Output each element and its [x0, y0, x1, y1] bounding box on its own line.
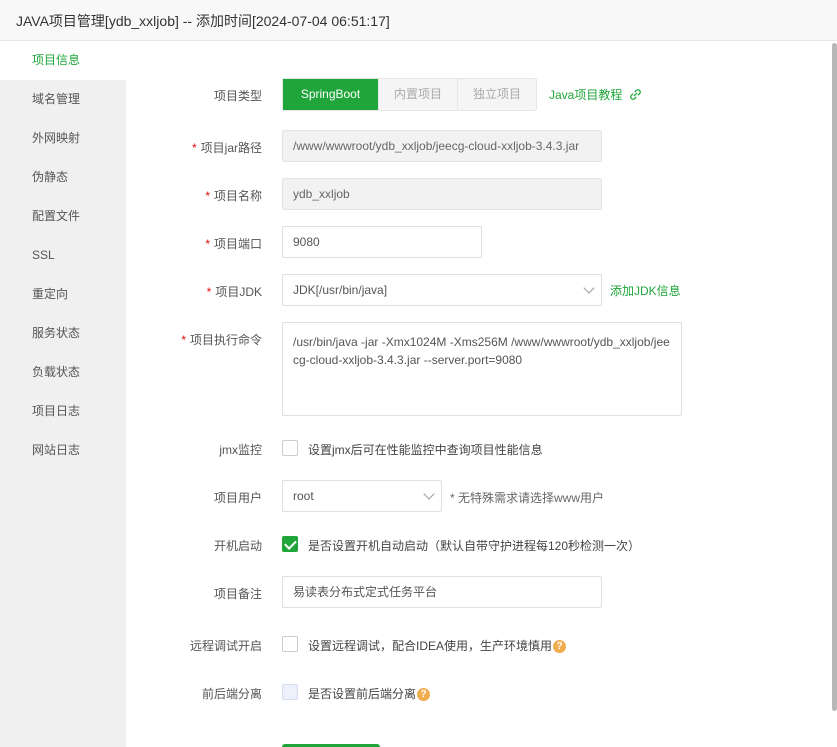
sidebar-item-project-log[interactable]: 项目日志	[0, 392, 126, 431]
jmx-checkbox[interactable]	[282, 440, 298, 456]
dialog-titlebar: JAVA项目管理[ydb_xxljob] -- 添加时间[2024-07-04 …	[0, 0, 837, 41]
dialog-title: JAVA项目管理[ydb_xxljob] -- 添加时间[2024-07-04 …	[16, 13, 390, 29]
project-user-label: 项目用户	[213, 491, 262, 505]
jar-path-input[interactable]: /www/wwwroot/ydb_xxljob/jeecg-cloud-xxlj…	[282, 130, 602, 162]
project-user-value: root	[293, 489, 314, 503]
project-type-label: 项目类型	[213, 89, 262, 103]
project-type-selector: SpringBoot 内置项目 独立项目	[282, 78, 537, 111]
remote-debug-checkbox-text: 设置远程调试，配合IDEA使用，生产环境慎用?	[308, 637, 567, 654]
project-type-standalone[interactable]: 独立项目	[458, 79, 536, 110]
remote-debug-checkbox[interactable]	[282, 636, 298, 652]
question-icon[interactable]: ?	[553, 640, 567, 653]
remote-debug-label: 远程调试开启	[189, 639, 262, 653]
jmx-label: jmx监控	[219, 443, 262, 457]
project-name-label: * 项目名称	[205, 189, 262, 203]
link-icon	[629, 89, 641, 100]
project-type-builtin[interactable]: 内置项目	[379, 79, 458, 110]
autostart-label: 开机启动	[213, 539, 262, 553]
exec-command-label: * 项目执行命令	[181, 333, 262, 347]
separation-checkbox-text: 是否设置前后端分离?	[308, 685, 431, 702]
separation-checkbox[interactable]	[282, 684, 298, 700]
question-icon[interactable]: ?	[417, 688, 431, 701]
remark-input[interactable]: 易读表分布式定式任务平台	[282, 576, 602, 608]
project-port-input[interactable]: 9080	[282, 226, 482, 258]
project-port-label: * 项目端口	[205, 237, 262, 251]
remark-label: 项目备注	[213, 587, 262, 601]
add-jdk-link[interactable]: 添加JDK信息	[610, 282, 681, 299]
project-type-springboot[interactable]: SpringBoot	[283, 79, 379, 110]
project-user-hint: * 无特殊需求请选择www用户	[450, 491, 605, 505]
autostart-checkbox[interactable]	[282, 536, 298, 552]
scrollbar[interactable]	[831, 41, 837, 711]
java-tutorial-link[interactable]: Java项目教程	[549, 86, 642, 103]
sidebar-item-load-status[interactable]: 负载状态	[0, 353, 126, 392]
project-jdk-select[interactable]: JDK[/usr/bin/java]	[282, 274, 602, 306]
jmx-checkbox-text: 设置jmx后可在性能监控中查询项目性能信息	[308, 443, 543, 457]
project-user-select[interactable]: root	[282, 480, 442, 512]
scrollbar-thumb[interactable]	[832, 43, 837, 711]
exec-command-textarea[interactable]: /usr/bin/java -jar -Xmx1024M -Xms256M /w…	[282, 322, 682, 416]
sidebar-item-project-info[interactable]: 项目信息	[0, 41, 126, 80]
autostart-checkbox-text: 是否设置开机自动启动（默认自带守护进程每120秒检测一次）	[308, 539, 641, 553]
project-jdk-value: JDK[/usr/bin/java]	[293, 283, 388, 297]
jar-path-label: * 项目jar路径	[191, 141, 262, 155]
project-name-input[interactable]: ydb_xxljob	[282, 178, 602, 210]
project-jdk-label: * 项目JDK	[206, 285, 262, 299]
separation-label: 前后端分离	[201, 687, 262, 701]
